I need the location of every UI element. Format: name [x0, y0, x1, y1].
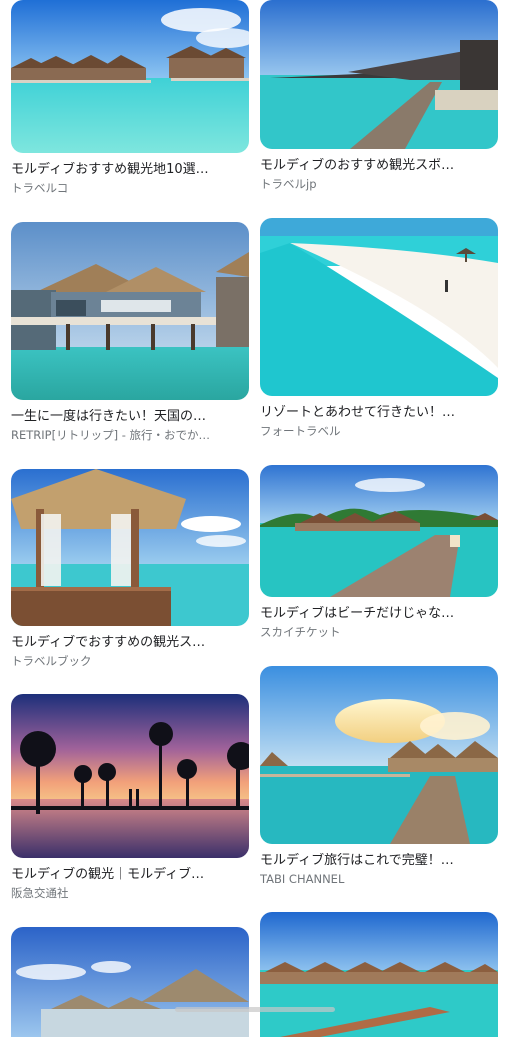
result-thumbnail[interactable] [11, 927, 249, 1037]
result-thumbnail[interactable] [11, 0, 249, 153]
image-result-card[interactable]: モルディブはビーチだけじゃな… スカイチケット [260, 465, 498, 639]
result-thumbnail[interactable] [260, 912, 498, 1037]
result-thumbnail[interactable] [11, 694, 249, 858]
result-source: トラベルブック [11, 654, 92, 668]
image-result-card[interactable]: リゾートとあわせて行きたい！… フォートラベル [260, 218, 498, 438]
result-title[interactable]: モルディブの観光｜モルディブ… [11, 867, 249, 883]
image-result-card[interactable] [260, 912, 498, 1037]
result-title[interactable]: 一生に一度は行きたい！天国の… [11, 409, 249, 425]
result-source: トラベルjp [260, 177, 317, 191]
result-title[interactable]: モルディブでおすすめの観光ス… [11, 635, 249, 651]
result-source: スカイチケット [260, 625, 341, 639]
image-result-card[interactable]: モルディブでおすすめの観光ス… トラベルブック [11, 469, 249, 668]
result-source: RETRIP[リトリップ] - 旅行・おでか… [11, 428, 211, 442]
result-source: TABI CHANNEL [260, 872, 345, 886]
result-source: 阪急交通社 [11, 886, 69, 900]
result-title[interactable]: モルディブのおすすめ観光スポ… [260, 158, 498, 174]
result-source: フォートラベル [260, 424, 341, 438]
result-title[interactable]: モルディブ旅行はこれで完璧！… [260, 853, 498, 869]
result-thumbnail[interactable] [260, 465, 498, 597]
image-result-card[interactable] [11, 927, 249, 1037]
result-thumbnail[interactable] [260, 666, 498, 844]
result-thumbnail[interactable] [260, 0, 498, 149]
result-thumbnail[interactable] [11, 222, 249, 400]
image-result-card[interactable]: モルディブのおすすめ観光スポ… トラベルjp [260, 0, 498, 191]
image-result-card[interactable]: モルディブの観光｜モルディブ… 阪急交通社 [11, 694, 249, 900]
result-title[interactable]: リゾートとあわせて行きたい！… [260, 405, 498, 421]
result-thumbnail[interactable] [11, 469, 249, 626]
result-thumbnail[interactable] [260, 218, 498, 396]
result-title[interactable]: モルディブはビーチだけじゃな… [260, 606, 498, 622]
result-title[interactable]: モルディブおすすめ観光地10選… [11, 162, 249, 178]
result-source: トラベルコ [11, 181, 69, 195]
image-result-card[interactable]: モルディブおすすめ観光地10選… トラベルコ [11, 0, 249, 195]
image-result-card[interactable]: モルディブ旅行はこれで完璧！… TABI CHANNEL [260, 666, 498, 886]
image-result-card[interactable]: 一生に一度は行きたい！天国の… RETRIP[リトリップ] - 旅行・おでか… [11, 222, 249, 442]
home-indicator [175, 1007, 335, 1012]
